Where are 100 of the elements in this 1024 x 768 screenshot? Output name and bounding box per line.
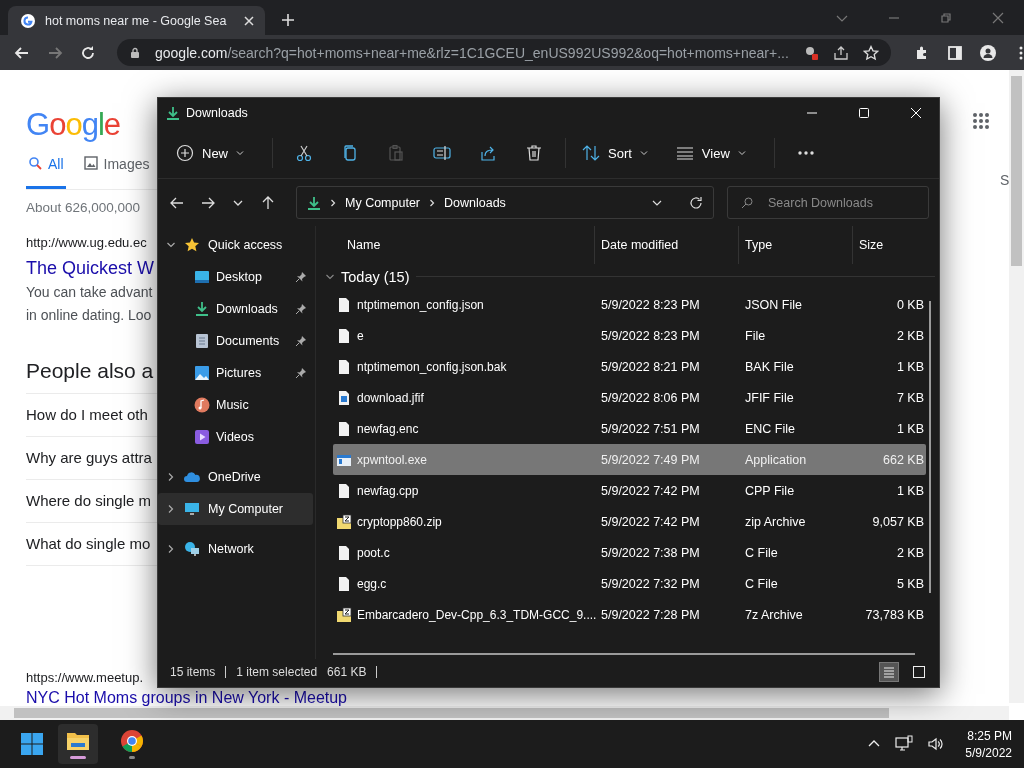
file-icon bbox=[336, 544, 352, 561]
file-explorer-taskbar-button[interactable] bbox=[58, 724, 98, 764]
side-panel-icon[interactable] bbox=[946, 44, 963, 61]
nav-item[interactable]: Videos bbox=[158, 421, 313, 453]
file-row[interactable]: Embarcadero_Dev-Cpp_6.3_TDM-GCC_9.... 5/9/2022 7:28 PM 7z Archive 73,783 KB bbox=[333, 599, 926, 630]
up-icon[interactable] bbox=[261, 195, 275, 210]
column-header[interactable]: Type bbox=[739, 226, 853, 264]
nav-item[interactable]: Documents bbox=[158, 325, 313, 357]
result-title[interactable]: NYC Hot Moms groups in New York - Meetup bbox=[26, 690, 347, 706]
question-item[interactable]: How do I meet oth bbox=[26, 406, 148, 424]
file-name: ntptimemon_config.json bbox=[357, 297, 484, 312]
file-name: cryptopp860.zip bbox=[357, 514, 442, 529]
file-row[interactable]: newfag.enc 5/9/2022 7:51 PM ENC File 1 KB bbox=[333, 413, 926, 444]
details-view-button[interactable] bbox=[879, 662, 899, 682]
breadcrumb[interactable]: My Computer bbox=[345, 195, 421, 210]
type-cell-text: C File bbox=[744, 545, 779, 560]
maximize-icon[interactable] bbox=[858, 107, 870, 119]
question-item[interactable]: What do single mo bbox=[26, 535, 151, 553]
nav-item[interactable]: Downloads bbox=[158, 293, 313, 325]
type-cell-text: Application bbox=[744, 452, 808, 467]
type-cell-text: ENC File bbox=[744, 421, 796, 436]
picture-icon bbox=[194, 365, 210, 381]
chevron-icon[interactable] bbox=[166, 544, 176, 554]
file-row[interactable]: egg.c 5/9/2022 7:32 PM C File 5 KB bbox=[333, 568, 926, 599]
group-header[interactable]: Today (15) bbox=[325, 264, 935, 289]
copy-icon[interactable] bbox=[341, 144, 359, 162]
question-item[interactable]: Why are guys attra bbox=[26, 449, 152, 467]
date-cell-text: 5/9/2022 7:28 PM bbox=[600, 607, 701, 622]
apps-icon[interactable] bbox=[972, 112, 990, 130]
trash-icon[interactable] bbox=[525, 144, 543, 162]
file-name: xpwntool.exe bbox=[357, 452, 428, 467]
result-title[interactable]: The Quickest W bbox=[26, 258, 155, 279]
sort-button[interactable]: Sort bbox=[574, 138, 656, 168]
scrollbar[interactable] bbox=[333, 653, 915, 655]
file-row[interactable]: cryptopp860.zip 5/9/2022 7:42 PM zip Archive 9,057 KB bbox=[333, 506, 926, 537]
back-icon[interactable] bbox=[14, 44, 30, 61]
start-icon[interactable] bbox=[20, 732, 44, 756]
music-icon bbox=[194, 397, 210, 413]
network-icon[interactable] bbox=[895, 735, 914, 753]
profile-icon[interactable] bbox=[979, 44, 996, 61]
restore-icon[interactable] bbox=[940, 12, 952, 24]
address-bar[interactable]: My Computer Downloads bbox=[296, 186, 714, 219]
more-icon[interactable] bbox=[796, 150, 815, 156]
search-tab[interactable]: S bbox=[1000, 172, 1010, 188]
file-row[interactable]: newfag.cpp 5/9/2022 7:42 PM CPP File 1 KB bbox=[333, 475, 926, 506]
nav-item[interactable]: Network bbox=[158, 533, 313, 565]
size-cell-text: 1 KB bbox=[895, 483, 925, 498]
new-button[interactable]: New bbox=[168, 138, 252, 168]
nav-item[interactable]: OneDrive bbox=[158, 461, 313, 493]
address-bar[interactable]: google.com/search?q=hot+moms+near+me&rlz=1C1GCEU_enUS992US992&oq=hot+moms+near+... bbox=[117, 39, 891, 66]
share-icon[interactable] bbox=[832, 44, 849, 61]
reload-icon[interactable] bbox=[80, 44, 96, 61]
nav-item[interactable]: Quick access bbox=[158, 229, 313, 261]
browser-icon bbox=[120, 729, 144, 753]
nav-item[interactable]: My Computer bbox=[158, 493, 313, 525]
file-name: download.jfif bbox=[357, 390, 424, 405]
file-icon bbox=[336, 358, 352, 375]
breadcrumb[interactable]: Downloads bbox=[444, 195, 506, 210]
star-icon bbox=[184, 237, 200, 253]
nav-item[interactable]: Desktop bbox=[158, 261, 313, 293]
google-logo[interactable]: Google bbox=[26, 107, 120, 142]
forward-icon[interactable] bbox=[201, 195, 215, 210]
share-icon[interactable] bbox=[479, 144, 497, 162]
file-row[interactable]: ntptimemon_config.json.bak 5/9/2022 8:21 PM BAK File 1 KB bbox=[333, 351, 926, 382]
new-tab-icon[interactable] bbox=[281, 13, 296, 27]
file-row[interactable]: poot.c 5/9/2022 7:38 PM C File 2 KB bbox=[333, 537, 926, 568]
clock[interactable]: 8:25 PM 5/9/2022 bbox=[965, 728, 1012, 760]
file-name: ntptimemon_config.json.bak bbox=[357, 359, 507, 374]
chevron-icon[interactable] bbox=[166, 240, 176, 250]
file-row[interactable]: ntptimemon_config.json 5/9/2022 8:23 PM JSON File 0 KB bbox=[333, 289, 926, 320]
browser-tab[interactable]: hot moms near me - Google Sea bbox=[8, 6, 266, 35]
search-tab[interactable]: Images bbox=[81, 153, 152, 186]
column-header[interactable]: Date modified bbox=[595, 226, 739, 264]
url-text: google.com/search?q=hot+moms+near+me&rlz=1C1GCEU_enUS992US992&oq=hot+moms+near+... bbox=[155, 44, 789, 61]
search-tab[interactable]: All bbox=[26, 153, 66, 189]
rename-icon[interactable] bbox=[433, 144, 451, 162]
speaker-icon[interactable] bbox=[927, 735, 946, 753]
caret-icon bbox=[737, 149, 746, 157]
date-cell-text: 5/9/2022 8:23 PM bbox=[600, 297, 701, 312]
caret-icon bbox=[236, 149, 244, 157]
file-name: newfag.cpp bbox=[357, 483, 419, 498]
scrollbar[interactable] bbox=[1009, 70, 1024, 703]
file-row[interactable]: download.jfif 5/9/2022 8:06 PM JFIF File 7 KB bbox=[333, 382, 926, 413]
file-row[interactable]: e 5/9/2022 8:23 PM File 2 KB bbox=[333, 320, 926, 351]
question-item[interactable]: Where do single m bbox=[26, 492, 152, 510]
back-icon[interactable] bbox=[170, 195, 184, 210]
scrollbar[interactable] bbox=[0, 706, 1009, 720]
scrollbar[interactable] bbox=[929, 301, 931, 593]
chevron-icon bbox=[329, 198, 337, 207]
chevron-icon[interactable] bbox=[166, 472, 176, 482]
star-icon[interactable] bbox=[862, 44, 879, 61]
file-icon bbox=[336, 296, 352, 313]
column-header[interactable]: Size bbox=[853, 226, 923, 264]
search-field[interactable]: Search Downloads bbox=[727, 186, 929, 219]
column-header[interactable]: Name bbox=[333, 226, 595, 264]
file-row[interactable]: xpwntool.exe 5/9/2022 7:49 PM Application 662 KB bbox=[333, 444, 926, 475]
chevron-icon[interactable] bbox=[166, 504, 176, 514]
view-button[interactable]: View bbox=[667, 138, 754, 168]
refresh-icon[interactable] bbox=[689, 195, 703, 210]
scissors-icon[interactable] bbox=[295, 144, 313, 162]
